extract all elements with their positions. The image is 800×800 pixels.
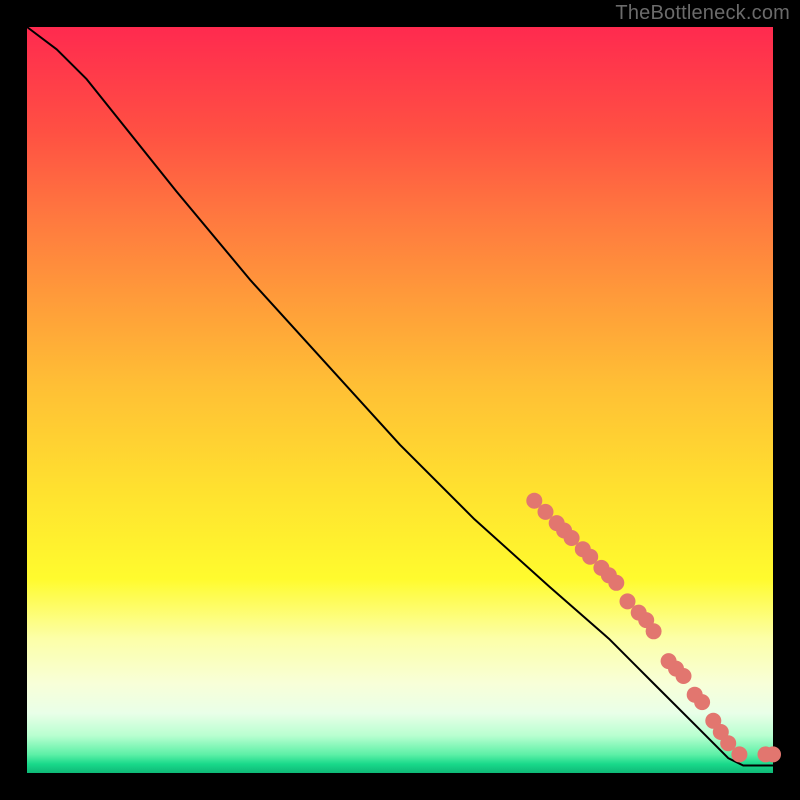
attribution-text: TheBottleneck.com: [615, 2, 790, 25]
chart-frame: TheBottleneck.com: [0, 0, 800, 800]
data-marker: [731, 746, 747, 762]
data-marker: [646, 623, 662, 639]
data-marker: [676, 668, 692, 684]
data-marker: [694, 694, 710, 710]
data-marker: [765, 746, 781, 762]
bottleneck-curve: [27, 27, 773, 766]
markers-group: [526, 493, 781, 763]
plot-area: [27, 27, 773, 773]
chart-svg: [27, 27, 773, 773]
data-marker: [608, 575, 624, 591]
